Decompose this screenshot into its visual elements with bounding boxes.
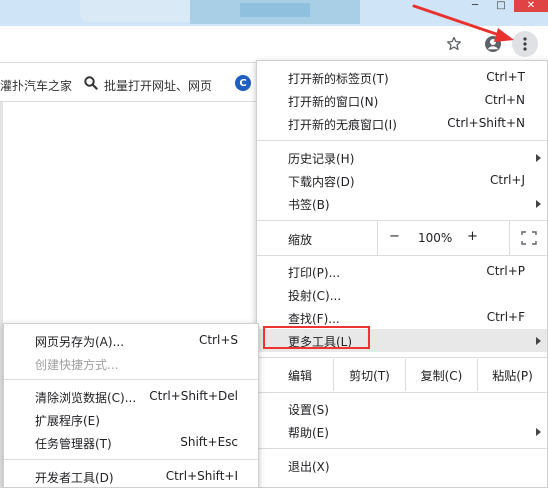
highlight-box: [263, 326, 370, 349]
menu-item-bookmarks[interactable]: 书签(B): [257, 192, 547, 215]
copy-button[interactable]: 复制(C): [405, 359, 477, 391]
zoom-in-button[interactable]: +: [467, 229, 478, 244]
menu-divider: [257, 357, 547, 358]
edit-row: 编辑 剪切(T) 复制(C) 粘贴(P): [257, 359, 547, 391]
menu-divider: [257, 392, 547, 393]
menu-item-settings[interactable]: 设置(S): [257, 397, 547, 420]
site-logo-icon[interactable]: C: [235, 75, 251, 91]
submenu-item-developer-tools[interactable]: 开发者工具(D) Ctrl+Shift+I: [4, 465, 258, 488]
menu-divider: [257, 140, 547, 141]
more-tools-submenu: 网页另存为(A)... Ctrl+S 创建快捷方式... 清除浏览数据(C)..…: [3, 323, 259, 488]
submenu-arrow-icon: [536, 428, 541, 436]
menu-divider: [4, 459, 258, 460]
submenu-arrow-icon: [536, 337, 541, 345]
submenu-item-save-page[interactable]: 网页另存为(A)... Ctrl+S: [4, 329, 258, 352]
menu-item-exit[interactable]: 退出(X): [257, 454, 547, 477]
menu-item-incognito[interactable]: 打开新的无痕窗口(I) Ctrl+Shift+N: [257, 112, 547, 135]
zoom-value: 100%: [418, 231, 453, 245]
fullscreen-icon[interactable]: [509, 221, 548, 255]
menu-divider: [257, 255, 547, 256]
submenu-item-clear-browsing-data[interactable]: 清除浏览数据(C)... Ctrl+Shift+Del: [4, 385, 258, 408]
menu-item-print[interactable]: 打印(P)... Ctrl+P: [257, 260, 547, 283]
menu-divider: [257, 448, 547, 449]
edit-label: 编辑: [288, 369, 313, 383]
menu-item-downloads[interactable]: 下载内容(D) Ctrl+J: [257, 169, 547, 192]
search-icon: [84, 76, 98, 93]
menu-item-help[interactable]: 帮助(E): [257, 420, 547, 443]
menu-divider: [4, 379, 258, 380]
bookmark-item[interactable]: 灌扑汽车之家: [0, 77, 72, 94]
submenu-item-task-manager[interactable]: 任务管理器(T) Shift+Esc: [4, 431, 258, 454]
zoom-out-button[interactable]: −: [389, 229, 400, 244]
submenu-arrow-icon: [536, 200, 541, 208]
submenu-arrow-icon: [536, 154, 541, 162]
menu-item-new-window[interactable]: 打开新的窗口(N) Ctrl+N: [257, 89, 547, 112]
zoom-label: 缩放: [288, 233, 313, 247]
submenu-item-create-shortcut: 创建快捷方式...: [35, 358, 119, 372]
zoom-row: 缩放 − 100% +: [257, 221, 547, 255]
pointer-arrow-icon: [412, 4, 514, 42]
paste-button[interactable]: 粘贴(P): [477, 359, 547, 391]
cut-button[interactable]: 剪切(T): [333, 359, 405, 391]
bookmark-item[interactable]: 批量打开网址、网页: [104, 77, 212, 94]
submenu-item-extensions[interactable]: 扩展程序(E): [4, 408, 258, 431]
menu-item-history[interactable]: 历史记录(H): [257, 146, 547, 169]
menu-item-cast[interactable]: 投射(C)...: [257, 283, 547, 306]
zoom-controls: − 100% +: [377, 221, 547, 255]
menu-item-new-tab[interactable]: 打开新的标签页(T) Ctrl+T: [257, 66, 547, 89]
chrome-main-menu: 打开新的标签页(T) Ctrl+T 打开新的窗口(N) Ctrl+N 打开新的无…: [256, 60, 548, 488]
